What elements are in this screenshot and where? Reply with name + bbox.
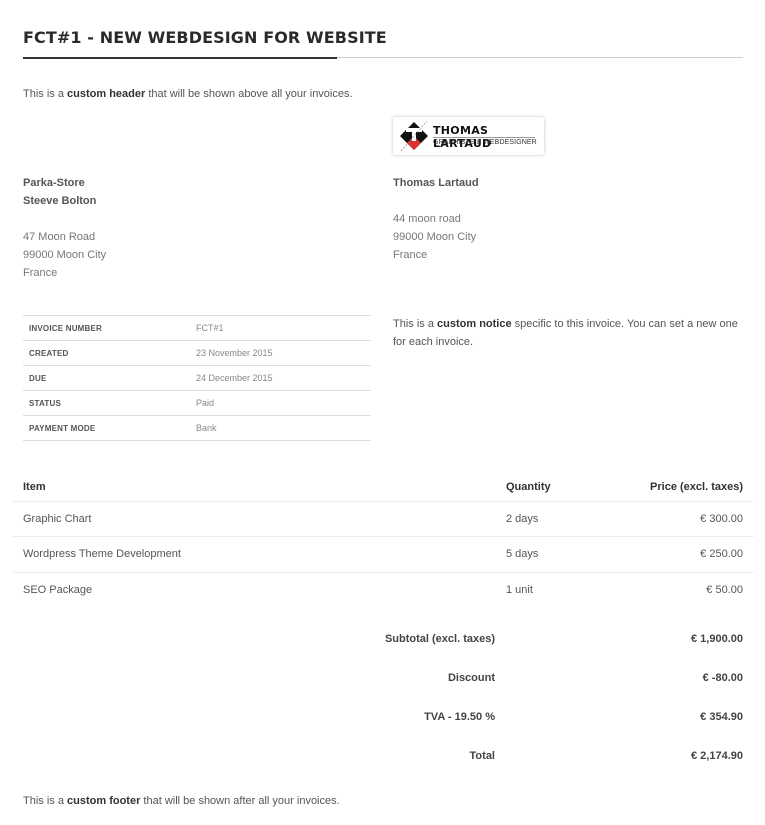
- client-street: 47 Moon Road: [23, 231, 96, 243]
- custom-header-text: This is a custom header that will be sho…: [23, 88, 353, 100]
- header-text-bold: custom header: [67, 88, 146, 100]
- title-underline: [23, 57, 337, 59]
- client-address: Parka-Store Steeve Bolton 47 Moon Road 9…: [23, 174, 106, 282]
- company-logo: THOMAS LARTAUD GRAPHISTE & WEBDESIGNER: [393, 117, 544, 155]
- logo-rule: [433, 137, 535, 138]
- header-text-after: that will be shown above all your invoic…: [145, 88, 353, 100]
- items-table: Item Quantity Price (excl. taxes) Graphi…: [12, 474, 754, 608]
- meta-value: 23 November 2015: [196, 340, 371, 366]
- item-name: SEO Package: [23, 584, 93, 596]
- item-price: € 250.00: [606, 536, 754, 573]
- client-city: 99000 Moon City: [23, 249, 107, 261]
- logo-mark-icon: [400, 120, 428, 152]
- table-row: Graphic Chart 2 days € 300.00: [12, 501, 754, 537]
- discount-label: Discount: [447, 672, 495, 684]
- discount-value: € -80.00: [702, 672, 743, 684]
- item-price: € 50.00: [706, 584, 743, 596]
- meta-label: DUE: [23, 365, 196, 391]
- meta-label: STATUS: [23, 390, 196, 416]
- logo-subtitle: GRAPHISTE & WEBDESIGNER: [433, 139, 537, 146]
- client-company: Parka-Store: [23, 177, 85, 189]
- custom-footer-text: This is a custom footer that will be sho…: [23, 795, 340, 807]
- sender-country: France: [393, 249, 428, 261]
- meta-value: FCT#1: [196, 315, 371, 341]
- meta-row: INVOICE NUMBER FCT#1: [23, 315, 371, 341]
- table-row: Wordpress Theme Development 5 days € 250…: [12, 536, 754, 573]
- footer-text-before: This is a: [23, 795, 68, 807]
- item-quantity: 5 days: [506, 536, 606, 573]
- invoice-title-block: FCT#1 - NEW WEBDESIGN FOR WEBSITE: [23, 28, 743, 59]
- items-header-row: Item Quantity Price (excl. taxes): [12, 474, 754, 502]
- total-value: € 2,174.90: [691, 750, 743, 762]
- invoice-title: FCT#1 - NEW WEBDESIGN FOR WEBSITE: [23, 28, 387, 47]
- meta-label: INVOICE NUMBER: [23, 315, 196, 341]
- sender-city: 99000 Moon City: [393, 231, 477, 243]
- meta-row: PAYMENT MODE Bank: [23, 415, 371, 441]
- invoice-meta-table: INVOICE NUMBER FCT#1 CREATED 23 November 2…: [23, 315, 371, 441]
- client-country: France: [23, 267, 58, 279]
- item-name: Wordpress Theme Development: [12, 536, 506, 573]
- item-price: € 300.00: [606, 501, 754, 537]
- meta-row: DUE 24 December 2015: [23, 365, 371, 391]
- column-header-quantity: Quantity: [506, 474, 606, 502]
- sender-name: Thomas Lartaud: [393, 177, 479, 189]
- footer-text-bold: custom footer: [67, 795, 141, 807]
- notice-text-before: This is a: [393, 318, 438, 330]
- column-header-price: Price (excl. taxes): [606, 474, 754, 502]
- subtotal-row: Subtotal (excl. taxes) € 1,900.00: [360, 633, 743, 653]
- item-quantity: 1 unit: [506, 584, 533, 596]
- total-row: Total € 2,174.90: [360, 750, 743, 770]
- header-text-before: This is a: [23, 88, 68, 100]
- item-name: Graphic Chart: [12, 501, 506, 537]
- sender-address: Thomas Lartaud 44 moon road 99000 Moon C…: [393, 174, 479, 264]
- meta-row: CREATED 23 November 2015: [23, 340, 371, 366]
- meta-label: PAYMENT MODE: [23, 415, 196, 441]
- footer-text-after: that will be shown after all your invoic…: [140, 795, 340, 807]
- client-contact: Steeve Bolton: [23, 195, 97, 207]
- meta-value: Bank: [196, 415, 371, 441]
- item-quantity: 2 days: [506, 501, 606, 537]
- tax-label: TVA - 19.50 %: [424, 711, 495, 723]
- sender-street: 44 moon road: [393, 213, 461, 225]
- subtotal-label: Subtotal (excl. taxes): [384, 633, 495, 645]
- table-row: SEO Package 1 unit € 50.00: [12, 572, 754, 608]
- column-header-item: Item: [12, 474, 506, 502]
- meta-label: CREATED: [23, 340, 196, 366]
- subtotal-value: € 1,900.00: [691, 633, 743, 645]
- tax-row: TVA - 19.50 % € 354.90: [360, 711, 743, 731]
- notice-text-bold: custom notice: [437, 318, 512, 330]
- tax-value: € 354.90: [700, 711, 743, 723]
- meta-value: Paid: [196, 390, 371, 416]
- custom-notice-text: This is a custom notice specific to this…: [393, 315, 743, 351]
- total-label: Total: [469, 750, 495, 762]
- meta-value: 24 December 2015: [196, 365, 371, 391]
- discount-row: Discount € -80.00: [360, 672, 743, 692]
- meta-row: STATUS Paid: [23, 390, 371, 416]
